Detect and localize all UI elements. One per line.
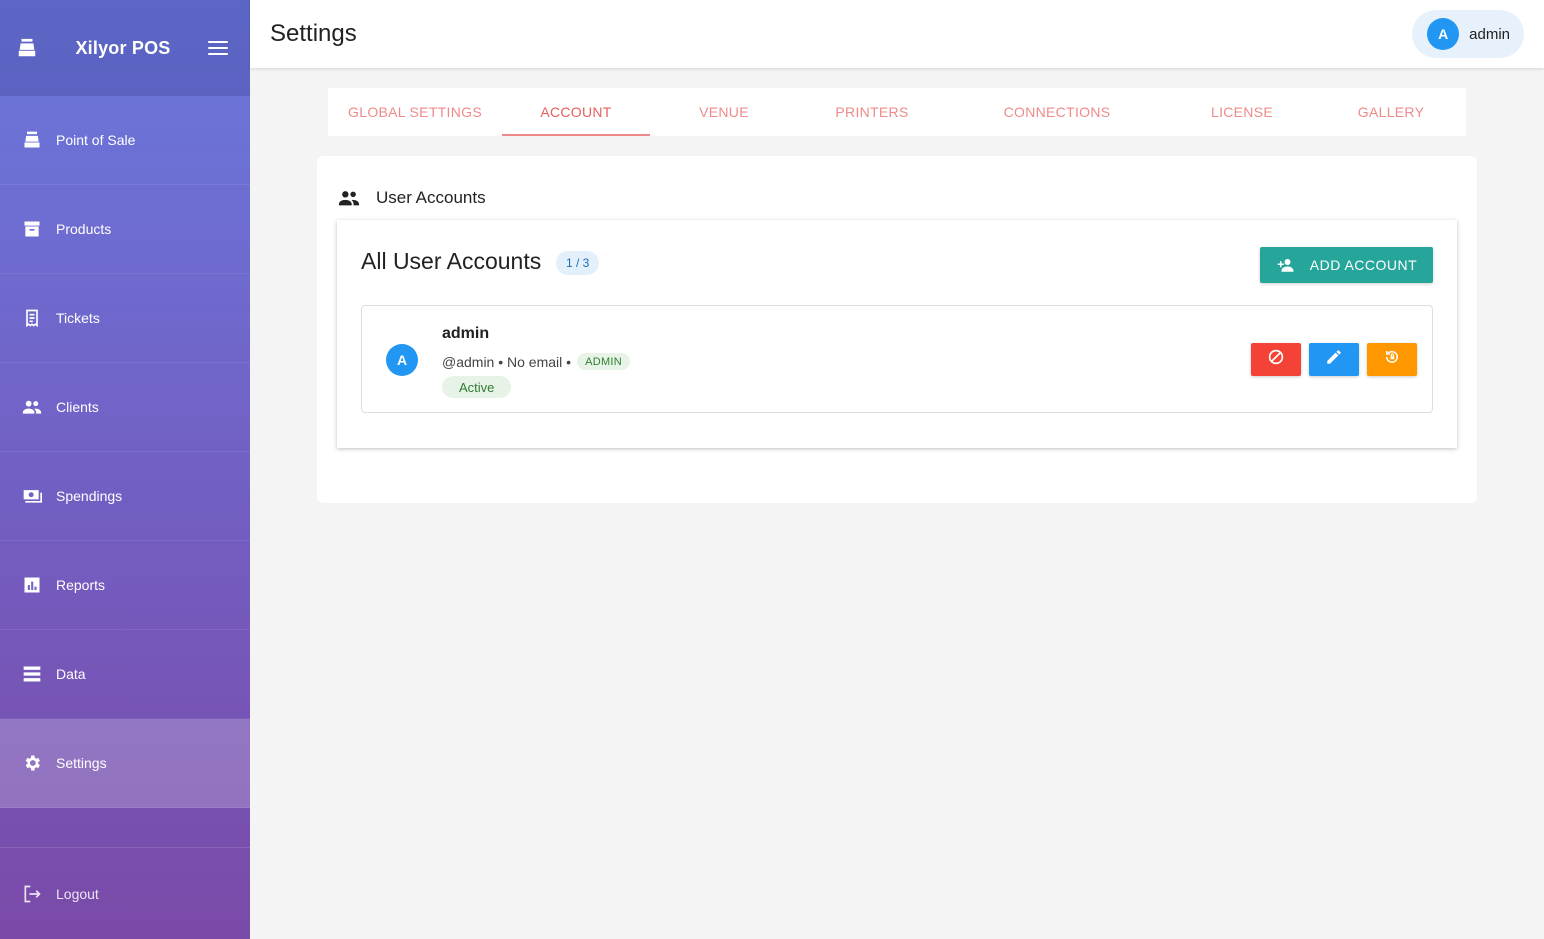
sidebar-item-spendings[interactable]: Spendings [0,452,250,541]
role-badge: ADMIN [577,353,631,370]
tab-gallery[interactable]: GALLERY [1316,88,1466,136]
section-title: User Accounts [376,188,486,207]
reset-password-button[interactable] [1367,343,1417,376]
hamburger-menu-icon[interactable] [208,38,228,58]
tab-venue[interactable]: VENUE [650,88,798,136]
avatar: A [386,344,418,376]
sidebar-item-label: Reports [56,577,106,593]
sidebar-item-label: Clients [56,399,99,415]
section-header: User Accounts [337,186,486,210]
status-badge: Active [442,376,512,398]
tab-license[interactable]: LICENSE [1168,88,1316,136]
bar-chart-icon [22,575,42,595]
account-row: A admin @admin • No email • ADMIN Active [361,305,1433,413]
top-bar: Settings A admin [250,0,1544,68]
user-name: admin [1469,25,1510,43]
receipt-icon [22,308,42,328]
person-add-icon [1276,255,1296,275]
account-name: admin [442,325,490,342]
account-meta: @admin • No email • ADMIN [442,353,631,370]
pencil-icon [1325,348,1343,371]
sidebar-item-reports[interactable]: Reports [0,541,250,630]
sidebar-item-products[interactable]: Products [0,185,250,274]
sidebar: Xilyor POS Point of Sale Products Ticket… [0,0,250,939]
storage-icon [22,664,42,684]
account-meta-text: @admin • No email • [442,353,572,370]
logout-icon [22,884,42,904]
accounts-list-title: All User Accounts [361,248,542,274]
accounts-panel: All User Accounts 1 / 3 ADD ACCOUNT A ad… [337,220,1457,448]
user-menu[interactable]: A admin [1412,10,1524,58]
people-icon [22,397,42,417]
sidebar-item-label: Data [56,666,86,682]
sidebar-item-point-of-sale[interactable]: Point of Sale [0,96,250,185]
settings-tabs: GLOBAL SETTINGS ACCOUNT VENUE PRINTERS C… [328,88,1466,136]
sidebar-item-settings[interactable]: Settings [0,719,250,808]
block-icon [1267,348,1285,371]
user-accounts-card: User Accounts All User Accounts 1 / 3 AD… [317,156,1477,503]
add-account-button[interactable]: ADD ACCOUNT [1260,247,1433,283]
add-account-label: ADD ACCOUNT [1309,257,1418,273]
tab-global-settings[interactable]: GLOBAL SETTINGS [328,88,502,136]
tab-printers[interactable]: PRINTERS [798,88,946,136]
app-name: Xilyor POS [75,37,171,58]
people-icon [337,186,361,210]
account-count-badge: 1 / 3 [556,251,600,275]
lock-reset-icon [1383,348,1401,371]
money-icon [22,486,42,506]
sidebar-item-label: Spendings [56,488,123,504]
sidebar-item-data[interactable]: Data [0,630,250,719]
sidebar-item-label: Point of Sale [56,132,136,148]
tab-account[interactable]: ACCOUNT [502,88,650,136]
logout-button[interactable]: Logout [0,847,250,939]
logout-label: Logout [56,885,99,902]
cash-register-icon [16,37,38,59]
sidebar-item-label: Settings [56,755,107,771]
disable-account-button[interactable] [1251,343,1301,376]
sidebar-item-label: Products [56,221,112,237]
cash-register-icon [22,130,42,150]
sidebar-item-clients[interactable]: Clients [0,363,250,452]
page-title: Settings [270,20,357,47]
tab-connections[interactable]: CONNECTIONS [946,88,1168,136]
edit-account-button[interactable] [1309,343,1359,376]
brand-bar: Xilyor POS [0,0,250,96]
gear-icon [22,753,42,773]
sidebar-item-tickets[interactable]: Tickets [0,274,250,363]
archive-icon [22,219,42,239]
sidebar-item-label: Tickets [56,310,100,326]
avatar: A [1427,18,1460,50]
